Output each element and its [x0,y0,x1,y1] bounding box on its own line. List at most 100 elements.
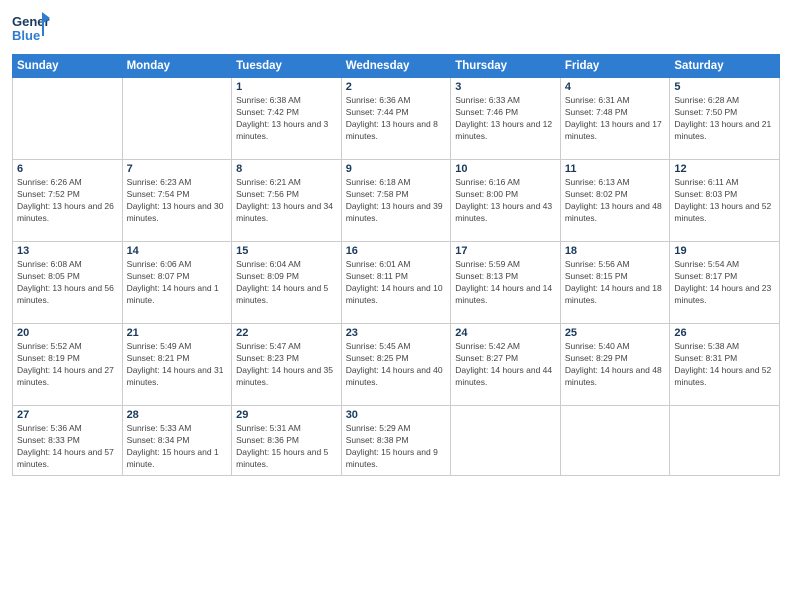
calendar-cell: 8 Sunrise: 6:21 AM Sunset: 7:56 PM Daylig… [232,160,342,242]
day-info: Sunrise: 5:38 AM Sunset: 8:31 PM Dayligh… [674,341,775,389]
day-number: 23 [346,327,447,339]
day-number: 16 [346,245,447,257]
day-number: 28 [127,409,228,421]
day-info: Sunrise: 5:59 AM Sunset: 8:13 PM Dayligh… [455,259,556,307]
weekday-header: Saturday [670,55,780,78]
calendar-cell: 13 Sunrise: 6:08 AM Sunset: 8:05 PM Dayli… [13,242,123,324]
calendar-cell: 14 Sunrise: 6:06 AM Sunset: 8:07 PM Dayli… [122,242,232,324]
weekday-header: Friday [560,55,670,78]
day-number: 29 [236,409,337,421]
calendar-cell [451,406,561,476]
day-info: Sunrise: 6:06 AM Sunset: 8:07 PM Dayligh… [127,259,228,307]
day-number: 14 [127,245,228,257]
day-info: Sunrise: 6:26 AM Sunset: 7:52 PM Dayligh… [17,177,118,225]
calendar-cell: 6 Sunrise: 6:26 AM Sunset: 7:52 PM Daylig… [13,160,123,242]
day-info: Sunrise: 6:31 AM Sunset: 7:48 PM Dayligh… [565,95,666,143]
day-number: 13 [17,245,118,257]
day-info: Sunrise: 6:11 AM Sunset: 8:03 PM Dayligh… [674,177,775,225]
day-info: Sunrise: 6:18 AM Sunset: 7:58 PM Dayligh… [346,177,447,225]
day-number: 8 [236,163,337,175]
day-number: 11 [565,163,666,175]
day-number: 26 [674,327,775,339]
calendar-cell: 18 Sunrise: 5:56 AM Sunset: 8:15 PM Dayli… [560,242,670,324]
calendar-week-row: 1 Sunrise: 6:38 AM Sunset: 7:42 PM Daylig… [13,78,780,160]
calendar-cell: 15 Sunrise: 6:04 AM Sunset: 8:09 PM Dayli… [232,242,342,324]
calendar-week-row: 6 Sunrise: 6:26 AM Sunset: 7:52 PM Daylig… [13,160,780,242]
day-info: Sunrise: 6:33 AM Sunset: 7:46 PM Dayligh… [455,95,556,143]
calendar-cell: 21Sunrise: 5:49 AM Sunset: 8:21 PM Dayli… [122,324,232,406]
weekday-header: Monday [122,55,232,78]
page: General Blue SundayMondayTuesdayWednesda… [0,0,792,612]
calendar-cell: 10Sunrise: 6:16 AM Sunset: 8:00 PM Dayli… [451,160,561,242]
day-number: 7 [127,163,228,175]
calendar-cell: 1 Sunrise: 6:38 AM Sunset: 7:42 PM Daylig… [232,78,342,160]
calendar-cell: 24 Sunrise: 5:42 AM Sunset: 8:27 PM Dayli… [451,324,561,406]
day-number: 4 [565,81,666,93]
day-info: Sunrise: 6:38 AM Sunset: 7:42 PM Dayligh… [236,95,337,143]
day-number: 19 [674,245,775,257]
day-number: 1 [236,81,337,93]
calendar-cell: 12 Sunrise: 6:11 AM Sunset: 8:03 PM Dayli… [670,160,780,242]
day-info: Sunrise: 5:52 AM Sunset: 8:19 PM Dayligh… [17,341,118,389]
calendar-cell: 5Sunrise: 6:28 AM Sunset: 7:50 PM Daylig… [670,78,780,160]
day-info: Sunrise: 6:08 AM Sunset: 8:05 PM Dayligh… [17,259,118,307]
day-info: Sunrise: 5:29 AM Sunset: 8:38 PM Dayligh… [346,423,447,471]
calendar-cell: 30Sunrise: 5:29 AM Sunset: 8:38 PM Dayli… [341,406,451,476]
calendar-cell: 16 Sunrise: 6:01 AM Sunset: 8:11 PM Dayli… [341,242,451,324]
day-info: Sunrise: 6:13 AM Sunset: 8:02 PM Dayligh… [565,177,666,225]
day-number: 18 [565,245,666,257]
calendar-cell: 23 Sunrise: 5:45 AM Sunset: 8:25 PM Dayli… [341,324,451,406]
calendar-cell: 27 Sunrise: 5:36 AM Sunset: 8:33 PM Dayli… [13,406,123,476]
calendar-cell [560,406,670,476]
calendar-table: SundayMondayTuesdayWednesdayThursdayFrid… [12,54,780,476]
day-info: Sunrise: 5:54 AM Sunset: 8:17 PM Dayligh… [674,259,775,307]
calendar-cell: 29Sunrise: 5:31 AM Sunset: 8:36 PM Dayli… [232,406,342,476]
day-info: Sunrise: 6:04 AM Sunset: 8:09 PM Dayligh… [236,259,337,307]
svg-text:Blue: Blue [12,28,40,43]
day-number: 21 [127,327,228,339]
calendar-cell: 17 Sunrise: 5:59 AM Sunset: 8:13 PM Dayli… [451,242,561,324]
header: General Blue [12,10,780,48]
day-number: 25 [565,327,666,339]
weekday-header: Sunday [13,55,123,78]
logo-icon: General Blue [12,10,50,48]
day-info: Sunrise: 5:40 AM Sunset: 8:29 PM Dayligh… [565,341,666,389]
calendar-header-row: SundayMondayTuesdayWednesdayThursdayFrid… [13,55,780,78]
day-info: Sunrise: 5:56 AM Sunset: 8:15 PM Dayligh… [565,259,666,307]
day-number: 24 [455,327,556,339]
day-number: 3 [455,81,556,93]
day-info: Sunrise: 6:16 AM Sunset: 8:00 PM Dayligh… [455,177,556,225]
calendar-cell: 2 Sunrise: 6:36 AM Sunset: 7:44 PM Daylig… [341,78,451,160]
day-info: Sunrise: 5:33 AM Sunset: 8:34 PM Dayligh… [127,423,228,471]
calendar-cell: 9Sunrise: 6:18 AM Sunset: 7:58 PM Daylig… [341,160,451,242]
day-number: 12 [674,163,775,175]
day-number: 5 [674,81,775,93]
day-info: Sunrise: 5:45 AM Sunset: 8:25 PM Dayligh… [346,341,447,389]
day-number: 17 [455,245,556,257]
calendar-cell: 28 Sunrise: 5:33 AM Sunset: 8:34 PM Dayli… [122,406,232,476]
calendar-cell: 11 Sunrise: 6:13 AM Sunset: 8:02 PM Dayli… [560,160,670,242]
day-info: Sunrise: 6:01 AM Sunset: 8:11 PM Dayligh… [346,259,447,307]
calendar-cell: 19 Sunrise: 5:54 AM Sunset: 8:17 PM Dayli… [670,242,780,324]
day-info: Sunrise: 5:42 AM Sunset: 8:27 PM Dayligh… [455,341,556,389]
calendar-cell: 25 Sunrise: 5:40 AM Sunset: 8:29 PM Dayli… [560,324,670,406]
calendar-cell: 20 Sunrise: 5:52 AM Sunset: 8:19 PM Dayli… [13,324,123,406]
day-info: Sunrise: 5:36 AM Sunset: 8:33 PM Dayligh… [17,423,118,471]
day-number: 20 [17,327,118,339]
day-number: 15 [236,245,337,257]
calendar-cell [122,78,232,160]
day-info: Sunrise: 5:47 AM Sunset: 8:23 PM Dayligh… [236,341,337,389]
weekday-header: Thursday [451,55,561,78]
calendar-cell: 4 Sunrise: 6:31 AM Sunset: 7:48 PM Daylig… [560,78,670,160]
calendar-cell: 26 Sunrise: 5:38 AM Sunset: 8:31 PM Dayli… [670,324,780,406]
calendar-cell [13,78,123,160]
day-number: 27 [17,409,118,421]
day-number: 6 [17,163,118,175]
day-info: Sunrise: 6:21 AM Sunset: 7:56 PM Dayligh… [236,177,337,225]
logo: General Blue [12,10,54,48]
day-info: Sunrise: 6:36 AM Sunset: 7:44 PM Dayligh… [346,95,447,143]
weekday-header: Tuesday [232,55,342,78]
calendar-cell: 22Sunrise: 5:47 AM Sunset: 8:23 PM Dayli… [232,324,342,406]
day-number: 2 [346,81,447,93]
day-info: Sunrise: 6:23 AM Sunset: 7:54 PM Dayligh… [127,177,228,225]
